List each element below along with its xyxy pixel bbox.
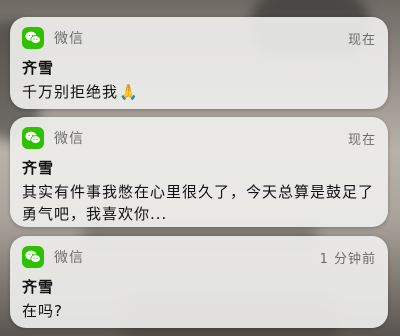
notification-time: 现在 <box>347 32 376 48</box>
wechat-icon <box>22 246 44 268</box>
notification-card[interactable]: 微信 1 分钟前 齐雪 在吗? <box>10 236 388 328</box>
message-text: 千万别拒绝我🙏 <box>22 81 376 103</box>
notification-card[interactable]: 微信 现在 齐雪 千万别拒绝我🙏 <box>10 17 388 109</box>
praying-hands-icon: 🙏 <box>119 83 139 101</box>
app-name: 微信 <box>54 250 84 266</box>
notification-time: 1 分钟前 <box>319 251 376 267</box>
sender-name: 齐雪 <box>22 59 55 77</box>
message-text: 其实有件事我憋在心里很久了，今天总算是鼓足了勇气吧，我喜欢你... <box>22 183 375 223</box>
lock-screen: 微信 现在 齐雪 千万别拒绝我🙏 微信 现在 齐雪 其实有件事我憋在心里很久了，… <box>0 0 400 336</box>
wechat-icon <box>22 27 44 49</box>
app-name: 微信 <box>54 31 84 47</box>
notification-header: 微信 现在 <box>22 127 376 149</box>
notification-card[interactable]: 微信 现在 齐雪 其实有件事我憋在心里很久了，今天总算是鼓足了勇气吧，我喜欢你.… <box>10 117 388 227</box>
notification-header: 微信 现在 <box>22 27 376 49</box>
sender-name: 齐雪 <box>22 159 55 177</box>
message-body: 千万别拒绝我 <box>22 83 119 101</box>
notification-header: 微信 1 分钟前 <box>22 246 376 268</box>
message-text: 在吗? <box>22 302 63 320</box>
notification-time: 现在 <box>347 132 376 148</box>
wechat-icon <box>22 127 44 149</box>
sender-name: 齐雪 <box>22 278 55 296</box>
app-name: 微信 <box>54 131 84 147</box>
